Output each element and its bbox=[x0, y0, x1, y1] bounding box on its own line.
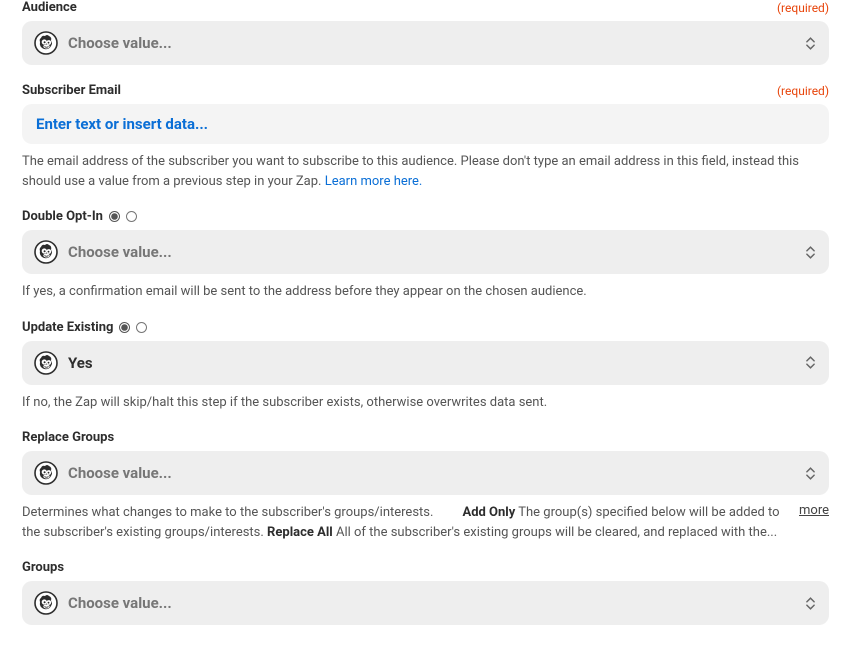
field-double-opt-in: Double Opt-In Choose value... If yes, a … bbox=[22, 209, 829, 302]
email-input[interactable]: Enter text or insert data... bbox=[22, 104, 829, 144]
double-opt-radios bbox=[109, 211, 137, 222]
audience-value: Choose value... bbox=[68, 34, 803, 52]
email-placeholder: Enter text or insert data... bbox=[36, 115, 208, 133]
email-help-link[interactable]: Learn more here. bbox=[325, 174, 423, 189]
mailchimp-icon bbox=[34, 351, 58, 375]
audience-select[interactable]: Choose value... bbox=[22, 21, 829, 65]
field-replace-groups: Replace Groups Choose value... Determine… bbox=[22, 430, 829, 542]
field-update-existing: Update Existing Yes If no, the Zap will … bbox=[22, 320, 829, 413]
rg-help-post: All of the subscriber's existing groups … bbox=[333, 525, 777, 540]
update-existing-help: If no, the Zap will skip/halt this step … bbox=[22, 393, 829, 413]
double-opt-select[interactable]: Choose value... bbox=[22, 230, 829, 274]
replace-groups-label: Replace Groups bbox=[22, 430, 114, 445]
rg-bold2: Replace All bbox=[267, 525, 333, 540]
field-groups: Groups Choose value... bbox=[22, 560, 829, 625]
field-audience: Audience (required) Choose value... bbox=[22, 0, 829, 65]
replace-groups-help: Determines what changes to make to the s… bbox=[22, 503, 785, 542]
chevron-updown-icon bbox=[803, 467, 817, 480]
email-required: (required) bbox=[777, 84, 829, 98]
mailchimp-icon bbox=[34, 240, 58, 264]
update-existing-select[interactable]: Yes bbox=[22, 341, 829, 385]
update-existing-radios bbox=[119, 322, 147, 333]
replace-groups-more[interactable]: more bbox=[799, 503, 829, 518]
replace-groups-select[interactable]: Choose value... bbox=[22, 451, 829, 495]
audience-required: (required) bbox=[777, 1, 829, 15]
mailchimp-icon bbox=[34, 31, 58, 55]
mailchimp-icon bbox=[34, 461, 58, 485]
rg-help-pre: Determines what changes to make to the s… bbox=[22, 505, 437, 520]
update-existing-radio-1[interactable] bbox=[119, 322, 130, 333]
double-opt-radio-2[interactable] bbox=[126, 211, 137, 222]
double-opt-value: Choose value... bbox=[68, 243, 803, 261]
mailchimp-icon bbox=[34, 591, 58, 615]
email-help: The email address of the subscriber you … bbox=[22, 152, 829, 191]
groups-label: Groups bbox=[22, 560, 64, 575]
chevron-updown-icon bbox=[803, 246, 817, 259]
update-existing-label: Update Existing bbox=[22, 320, 113, 335]
field-subscriber-email: Subscriber Email (required) Enter text o… bbox=[22, 83, 829, 191]
groups-select[interactable]: Choose value... bbox=[22, 581, 829, 625]
update-existing-value: Yes bbox=[68, 354, 803, 372]
chevron-updown-icon bbox=[803, 37, 817, 50]
chevron-updown-icon bbox=[803, 356, 817, 369]
rg-bold1: Add Only bbox=[462, 505, 515, 520]
email-label: Subscriber Email bbox=[22, 83, 121, 98]
double-opt-label: Double Opt-In bbox=[22, 209, 103, 224]
audience-label: Audience bbox=[22, 0, 77, 15]
update-existing-radio-2[interactable] bbox=[136, 322, 147, 333]
double-opt-help: If yes, a confirmation email will be sen… bbox=[22, 282, 829, 302]
chevron-updown-icon bbox=[803, 597, 817, 610]
double-opt-radio-1[interactable] bbox=[109, 211, 120, 222]
groups-value: Choose value... bbox=[68, 594, 803, 612]
replace-groups-value: Choose value... bbox=[68, 464, 803, 482]
